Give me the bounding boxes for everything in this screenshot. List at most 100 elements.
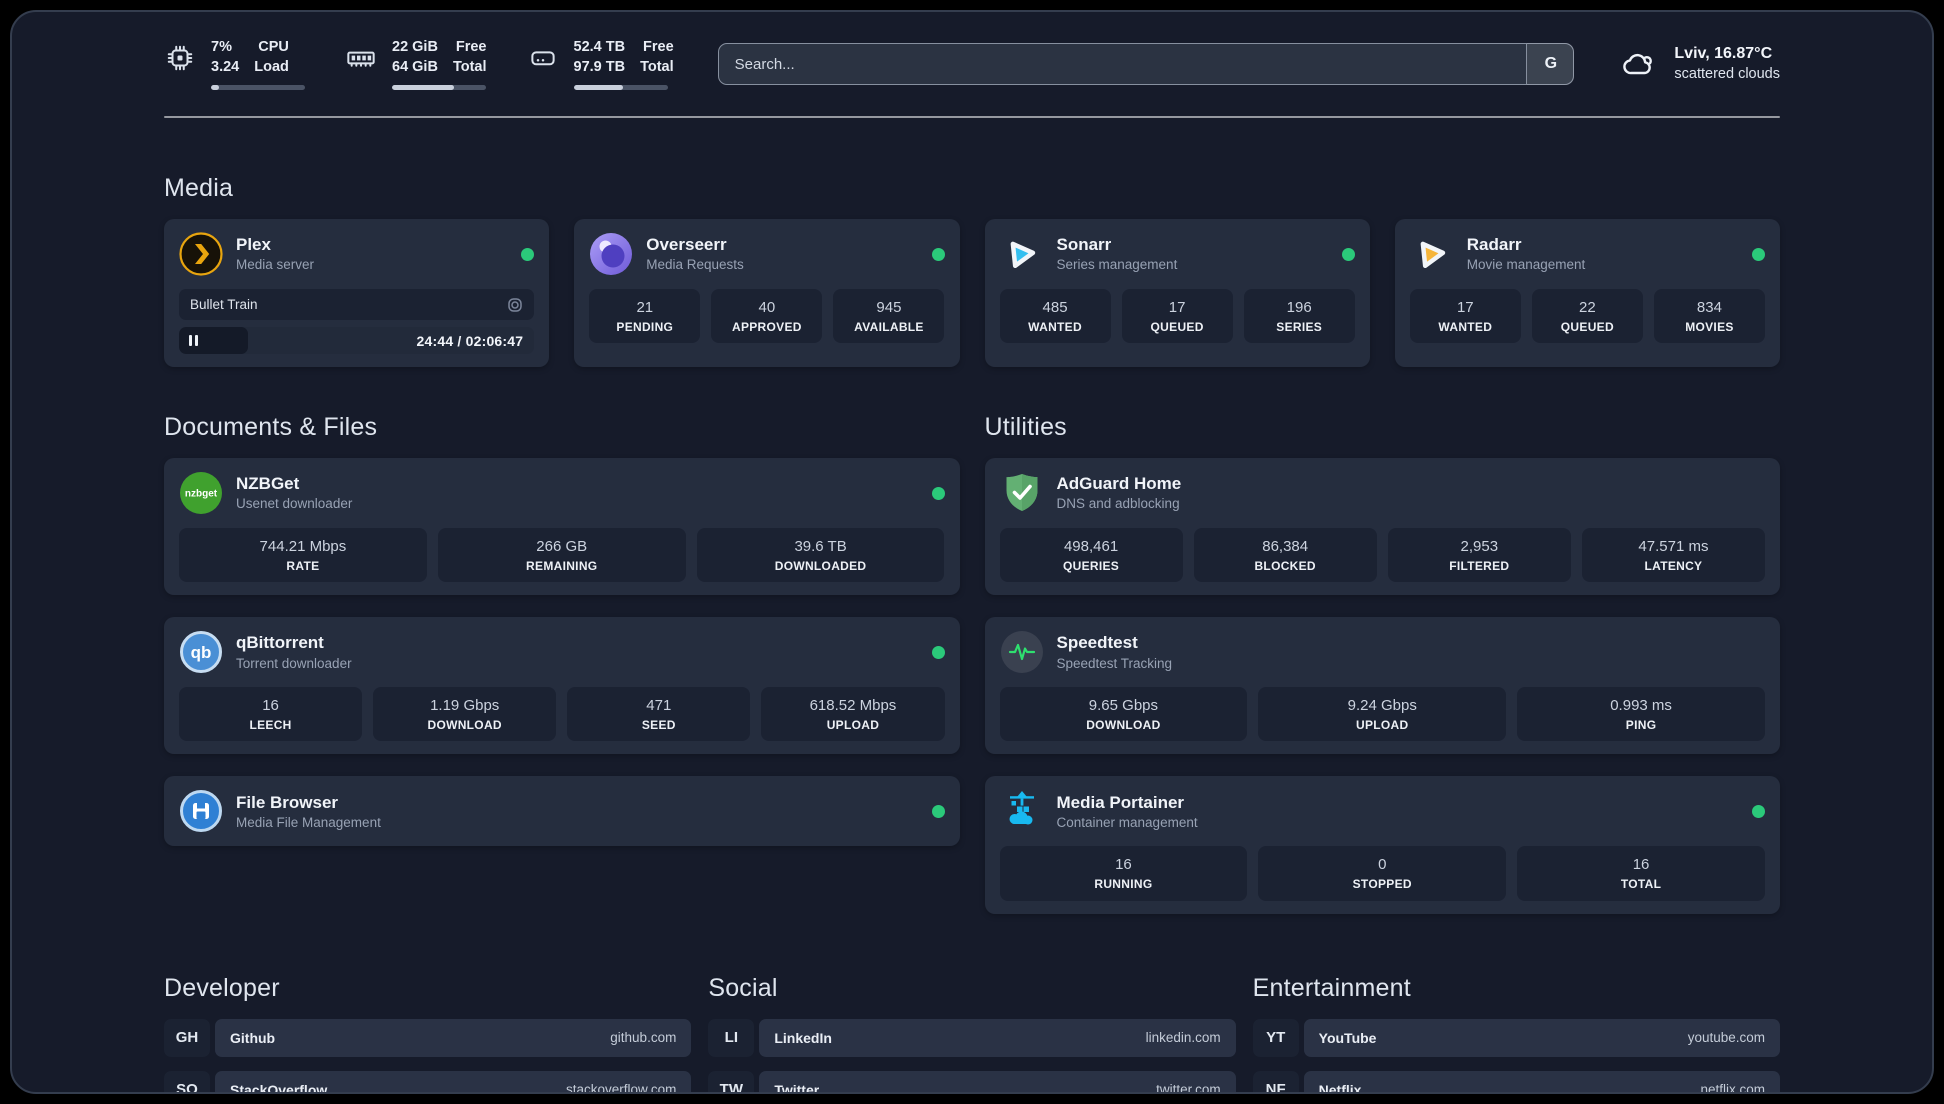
stat-value: 196	[1286, 299, 1312, 317]
stat-value: 16	[1115, 856, 1132, 874]
bookmark-url: twitter.com	[1156, 1082, 1221, 1094]
stat-label: TOTAL	[1620, 877, 1662, 892]
bookmark-name: Github	[230, 1029, 276, 1046]
stat-label: BLOCKED	[1254, 558, 1316, 573]
stat-label: FILTERED	[1449, 558, 1510, 573]
stat-queries: 498,461 QUERIES	[999, 528, 1183, 583]
service-description: Container management	[1056, 814, 1198, 830]
card-filebrowser: File Browser Media File Management	[164, 776, 960, 847]
service-description: Movie management	[1466, 257, 1586, 273]
service-name: Overseerr	[646, 235, 727, 255]
search-engine-button[interactable]: G	[1526, 43, 1575, 86]
stat-approved: 40 APPROVED	[711, 289, 823, 344]
bookmark-abbr: SO	[164, 1070, 210, 1092]
stat-label: RATE	[286, 558, 320, 573]
search-input[interactable]	[717, 43, 1575, 86]
stat-label: AVAILABLE	[854, 319, 924, 334]
status-dot	[1341, 247, 1355, 261]
service-name: NZBGet	[236, 474, 300, 494]
bookmark-linkedin[interactable]: LI LinkedIn linkedin.com	[708, 1018, 1236, 1057]
cpu-percent: 7%	[211, 39, 232, 55]
section-documents-files: Documents & Files nzbget NZBGet Usenet d…	[164, 413, 960, 847]
stat-remaining: 266 GB REMAINING	[437, 528, 686, 583]
svg-text:qb: qb	[191, 643, 212, 662]
bookmark-youtube[interactable]: YT YouTube youtube.com	[1252, 1018, 1780, 1057]
service-description: Media server	[236, 257, 315, 273]
stat-value: 471	[646, 697, 672, 715]
search-bar: G	[717, 43, 1575, 86]
stat-value: 22	[1579, 299, 1596, 317]
plex-link[interactable]: Plex Media server	[179, 232, 535, 276]
search-engine-label: G	[1544, 55, 1558, 73]
stat-value: 834	[1696, 299, 1722, 317]
stat-label: LEECH	[249, 718, 292, 733]
bookmark-netflix[interactable]: NF Netflix netflix.com	[1252, 1070, 1780, 1092]
stat-value: 9.24 Gbps	[1347, 697, 1417, 715]
stat-blocked: 86,384 BLOCKED	[1193, 528, 1377, 583]
free-label: Free	[455, 39, 487, 55]
resource-monitors: 7% 3.24 CPU Load 22 GiB 64 GiB Free Tota…	[164, 38, 674, 91]
nzbget-link[interactable]: nzbget NZBGet Usenet downloader	[179, 471, 945, 515]
section-title-social: Social	[708, 973, 778, 1002]
bookmark-url: linkedin.com	[1145, 1030, 1221, 1046]
load-label: Load	[254, 58, 289, 75]
stat-series: 196 SERIES	[1243, 289, 1355, 344]
stat-value: 21	[636, 299, 654, 317]
bookmark-twitter[interactable]: TW Twitter twitter.com	[708, 1070, 1236, 1094]
stat-value: 498,461	[1063, 538, 1119, 556]
stat-value: 9.65 Gbps	[1088, 697, 1159, 715]
stat-label: WANTED	[1028, 319, 1082, 334]
memory-values: 22 GiB 64 GiB	[392, 38, 438, 77]
bookmark-name: LinkedIn	[774, 1029, 832, 1046]
bookmark-abbr: NF	[1252, 1070, 1299, 1092]
adguard-link[interactable]: AdGuard Home DNS and adblocking	[1000, 471, 1766, 515]
dashboard-window: 7% 3.24 CPU Load 22 GiB 64 GiB Free Tota…	[10, 10, 1934, 1094]
pause-icon[interactable]	[189, 327, 198, 354]
stat-label: LATENCY	[1644, 558, 1703, 573]
cpu-values: 7% 3.24	[211, 38, 239, 77]
stat-label: QUEUED	[1150, 319, 1204, 334]
status-dot	[931, 645, 945, 659]
cpu-labels: CPU Load	[254, 38, 289, 77]
card-speedtest: Speedtest Speedtest Tracking 9.65 Gbps DO…	[984, 617, 1780, 755]
portainer-link[interactable]: Media Portainer Container management	[1000, 789, 1765, 833]
stat-movies: 834 MOVIES	[1653, 289, 1765, 344]
section-title-documents: Documents & Files	[164, 413, 378, 442]
stat-upload: 618.52 Mbps UPLOAD	[761, 687, 945, 742]
radarr-link[interactable]: Radarr Movie management	[1410, 232, 1765, 276]
stat-label: UPLOAD	[1356, 718, 1409, 733]
stat-queued: 17 QUEUED	[1121, 289, 1233, 344]
bookmark-stackoverflow[interactable]: SO StackOverflow stackoverflow.com	[164, 1070, 692, 1092]
section-media: Media Plex Media server Bullet Train 24:…	[164, 174, 1780, 368]
filebrowser-link[interactable]: File Browser Media File Management	[179, 789, 945, 833]
bookmark-github[interactable]: GH Github github.com	[164, 1018, 692, 1057]
cpu-widget: 7% 3.24 CPU Load	[164, 38, 305, 91]
speedtest-link[interactable]: Speedtest Speedtest Tracking	[1000, 630, 1766, 674]
stat-rate: 744.21 Mbps RATE	[179, 528, 427, 583]
card-overseerr: Overseerr Media Requests 21 PENDING 40 APP…	[574, 219, 960, 368]
sonarr-link[interactable]: Sonarr Series management	[1000, 232, 1355, 276]
playback-progressbar: 24:44 / 02:06:47	[179, 327, 535, 355]
service-name: Sonarr	[1056, 235, 1112, 255]
bookmark-abbr: TW	[708, 1070, 755, 1092]
stat-label: REMAINING	[526, 558, 598, 573]
stat-label: WANTED	[1438, 319, 1493, 334]
stat-value: 86,384	[1262, 538, 1309, 556]
service-description: Usenet downloader	[236, 496, 353, 512]
qbittorrent-link[interactable]: qb qBittorrent Torrent downloader	[179, 630, 945, 674]
stat-pending: 21 PENDING	[589, 289, 701, 344]
stat-downloaded: 39.6 TB DOWNLOADED	[696, 528, 945, 583]
disk-labels: Free Total	[640, 38, 674, 77]
section-title-entertainment: Entertainment	[1252, 973, 1411, 1002]
service-description: Series management	[1056, 257, 1178, 273]
service-name: qBittorrent	[236, 633, 324, 653]
stat-value: 2,953	[1460, 538, 1499, 556]
bookmark-name: Twitter	[774, 1081, 820, 1094]
header-bar: 7% 3.24 CPU Load 22 GiB 64 GiB Free Tota…	[164, 38, 1780, 91]
status-dot	[931, 486, 945, 500]
overseerr-link[interactable]: Overseerr Media Requests	[589, 232, 945, 276]
service-description: Torrent downloader	[236, 655, 352, 671]
playback-time: 24:44 / 02:06:47	[416, 332, 524, 349]
service-name: Plex	[236, 235, 271, 255]
stat-wanted: 485 WANTED	[999, 289, 1111, 344]
